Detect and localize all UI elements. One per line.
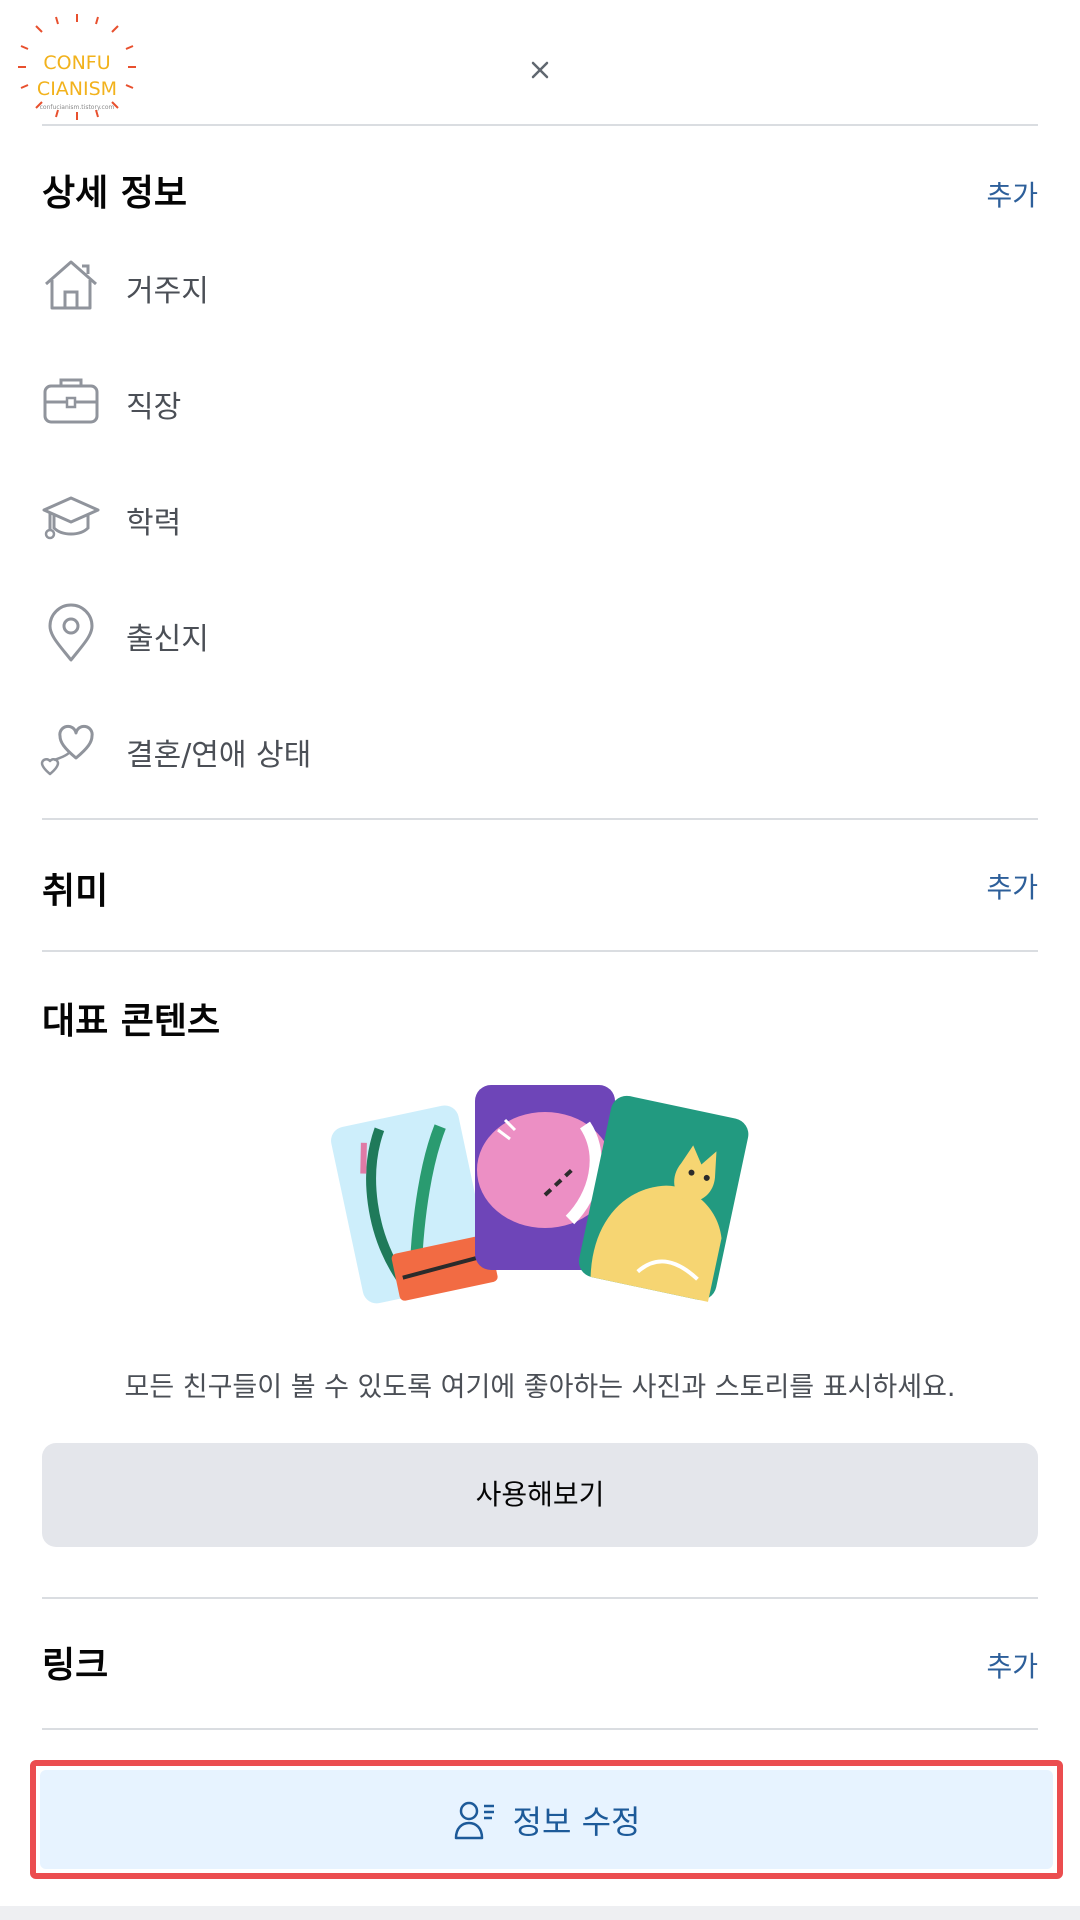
detail-label-relationship: 결혼/연애 상태 xyxy=(126,738,312,773)
detail-label-work: 직장 xyxy=(126,390,182,425)
divider xyxy=(42,818,1038,820)
graduation-cap-icon xyxy=(42,496,100,540)
watermark-logo: CONFU CIANISM confucianism.tistory.com xyxy=(12,12,142,122)
close-button[interactable] xyxy=(524,54,556,86)
detail-row-residence[interactable]: 거주지 xyxy=(40,254,1040,344)
featured-description: 모든 친구들이 볼 수 있도록 여기에 좋아하는 사진과 스토리를 표시하세요. xyxy=(124,1372,956,1403)
highlight-outline xyxy=(30,1760,1063,1879)
featured-illustration xyxy=(330,1075,760,1320)
featured-title: 대표 콘텐츠 xyxy=(42,1001,221,1042)
detail-row-education[interactable]: 학력 xyxy=(40,486,1040,576)
hobbies-title: 취미 xyxy=(42,871,109,912)
detail-row-hometown[interactable]: 출신지 xyxy=(40,602,1040,692)
divider xyxy=(42,950,1038,952)
try-button[interactable]: 사용해보기 xyxy=(42,1443,1038,1547)
close-icon xyxy=(531,61,549,79)
briefcase-icon xyxy=(43,378,99,424)
divider xyxy=(42,124,1038,126)
hobbies-add-link[interactable]: 추가 xyxy=(986,866,1038,906)
hearts-icon xyxy=(40,724,94,776)
links-title: 링크 xyxy=(42,1645,109,1686)
home-icon xyxy=(45,260,97,310)
detail-row-work[interactable]: 직장 xyxy=(40,370,1040,460)
detail-label-education: 학력 xyxy=(126,506,182,541)
details-title: 상세 정보 xyxy=(42,173,188,214)
detail-label-hometown: 출신지 xyxy=(126,622,209,657)
try-button-label: 사용해보기 xyxy=(475,1478,605,1511)
detail-row-relationship[interactable]: 결혼/연애 상태 xyxy=(40,718,1040,808)
divider xyxy=(42,1728,1038,1730)
bottom-strip xyxy=(0,1906,1080,1920)
details-add-link[interactable]: 추가 xyxy=(986,174,1038,214)
location-pin-icon xyxy=(48,603,94,662)
detail-label-residence: 거주지 xyxy=(126,274,209,309)
links-add-link[interactable]: 추가 xyxy=(986,1645,1038,1685)
divider xyxy=(42,1597,1038,1599)
